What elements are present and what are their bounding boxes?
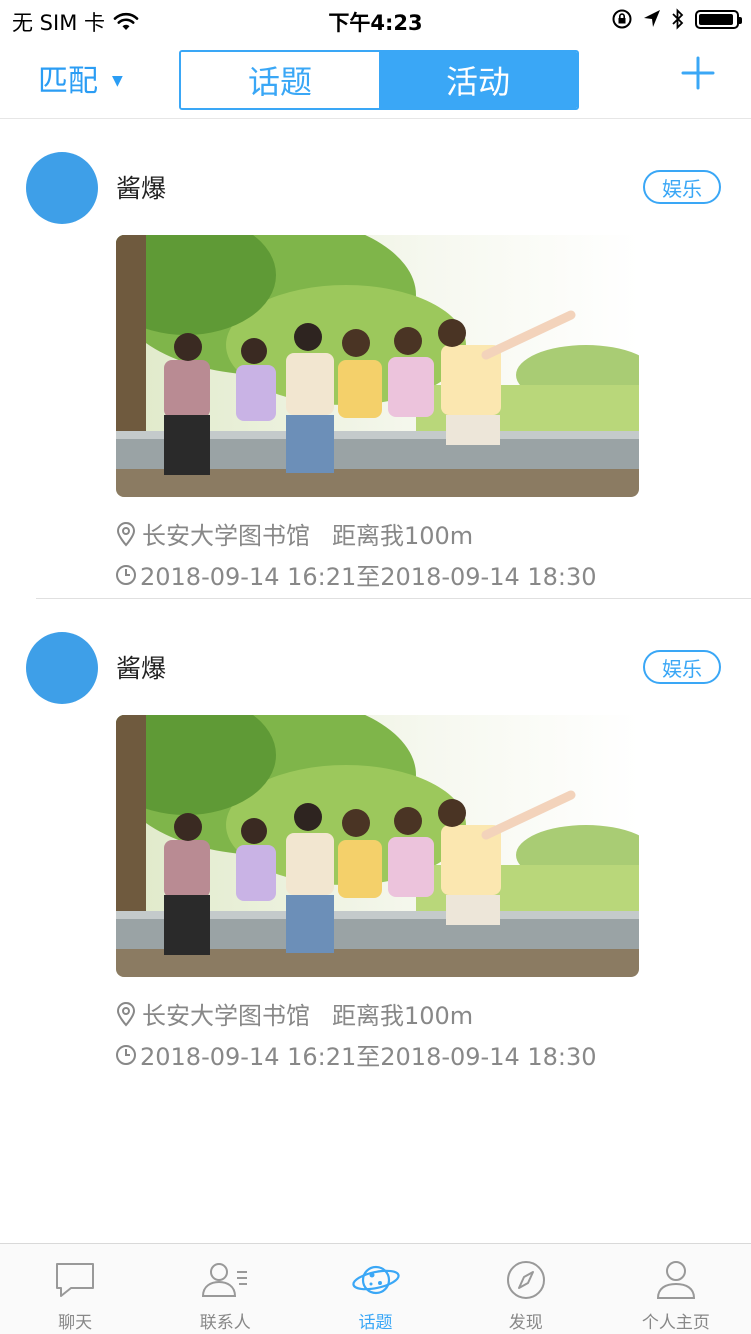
tab-discover[interactable]: 发现 [451,1244,601,1334]
location-row: 长安大学图书馆 距离我100m [114,996,473,1031]
category-tag[interactable]: 娱乐 [643,650,721,684]
planet-icon [351,1265,400,1295]
bluetooth-icon [672,8,684,30]
contacts-icon [202,1263,248,1297]
category-tag[interactable]: 娱乐 [643,170,721,204]
segmented-control: 话题 活动 [179,50,579,110]
top-nav-bar: 匹配 ▼ 话题 活动 [0,40,751,119]
compass-icon [506,1261,545,1299]
location-arrow-icon [644,10,660,27]
distance-text: 距离我100m [332,1002,474,1030]
tab-label: 联系人 [199,1313,251,1333]
tab-label: 话题 [358,1313,393,1333]
tab-contacts[interactable]: 联系人 [150,1244,300,1334]
location-pin-icon [116,1001,136,1027]
username: 酱爆 [116,174,167,203]
tab-chat[interactable]: 聊天 [0,1244,150,1334]
tab-profile[interactable]: 个人主页 [601,1244,751,1334]
match-dropdown[interactable]: 匹配 ▼ [38,56,123,100]
segment-topic[interactable]: 话题 [181,52,379,108]
time-row: 2018-09-14 16:21至2018-09-14 18:30 [114,557,597,592]
avatar[interactable] [26,632,98,704]
status-bar: 无 SIM 卡 下午4:23 [0,0,751,40]
time-range-text: 2018-09-14 16:21至2018-09-14 18:30 [140,1043,597,1071]
person-icon [656,1261,695,1299]
group-photo-illustration [116,235,639,497]
segment-activity[interactable]: 活动 [379,52,577,108]
location-text: 长安大学图书馆 [142,1002,310,1030]
time-range-text: 2018-09-14 16:21至2018-09-14 18:30 [140,563,597,591]
battery-icon [695,9,742,29]
rotation-lock-icon [612,9,632,29]
distance-text: 距离我100m [332,522,474,550]
clock-icon [116,564,136,585]
tab-label: 个人主页 [641,1313,710,1333]
caret-down-icon: ▼ [112,73,123,89]
username: 酱爆 [116,654,167,683]
match-label: 匹配 [38,64,98,99]
location-text: 长安大学图书馆 [142,522,310,550]
activity-photo[interactable] [116,235,639,497]
add-icon[interactable] [681,56,715,90]
tab-topics[interactable]: 话题 [300,1244,450,1334]
group-photo-illustration [116,715,639,977]
avatar[interactable] [26,152,98,224]
location-pin-icon [116,521,136,547]
activity-card[interactable]: 酱爆 娱乐 长安大学图书馆 距离我100m 2018-09-14 16:21至2… [0,599,751,1079]
location-row: 长安大学图书馆 距离我100m [114,516,473,551]
time-row: 2018-09-14 16:21至2018-09-14 18:30 [114,1037,597,1072]
activity-card[interactable]: 酱爆 娱乐 长安大学图书馆 距离我100m 2018-09-14 16:21至2… [0,119,751,599]
chat-bubble-icon [56,1263,95,1297]
clock-icon [116,1044,136,1065]
tab-label: 发现 [508,1313,543,1333]
activity-feed: 酱爆 娱乐 长安大学图书馆 距离我100m 2018-09-14 16:21至2… [0,119,751,1079]
bottom-tab-bar: 聊天 联系人 话题 发现 个人主页 [0,1243,751,1334]
tab-label: 聊天 [58,1313,93,1333]
activity-photo[interactable] [116,715,639,977]
